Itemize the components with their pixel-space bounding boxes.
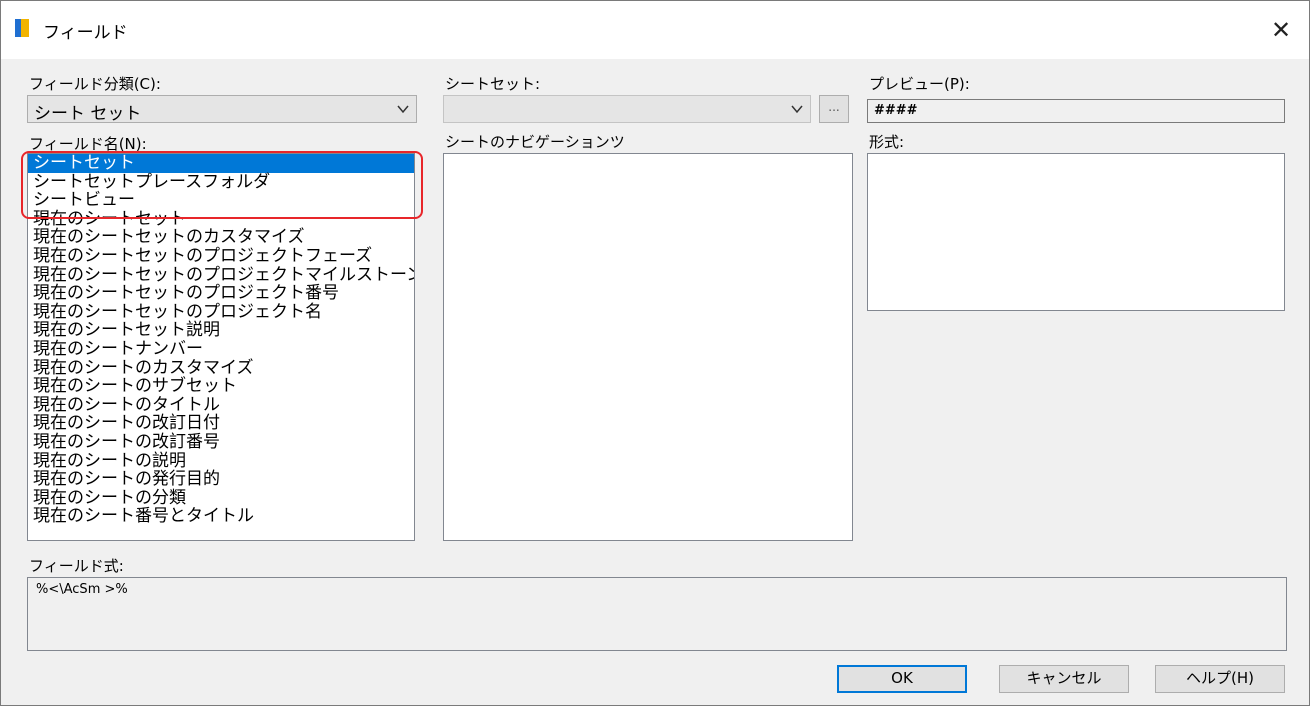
category-value: シート セット [34,104,142,124]
list-item[interactable]: 現在のシートナンバー [28,340,414,359]
category-combo[interactable]: シート セット [27,95,417,124]
list-item[interactable]: 現在のシートのタイトル [28,396,414,415]
list-item[interactable]: シートビュー [28,191,414,210]
format-label: 形式: [869,133,905,151]
preview-field: #### [867,99,1285,123]
expression-label: フィールド式: [29,557,124,575]
list-item[interactable]: 現在のシートの改訂番号 [28,433,414,452]
list-item[interactable]: 現在のシートの発行目的 [28,470,414,489]
list-item[interactable]: 現在のシートセット説明 [28,321,414,340]
list-item[interactable]: シートセットプレースフォルダ [28,172,414,192]
field-name-label: フィールド名(N): [29,135,147,153]
help-button[interactable]: ヘルプ(H) [1155,665,1285,693]
preview-label: プレビュー(P): [869,75,970,93]
list-item[interactable]: 現在のシート番号とタイトル [28,507,414,526]
list-item[interactable]: 現在のシートセットのプロジェクト名 [28,303,414,322]
list-item[interactable]: 現在のシートセットのプロジェクトマイルストーン [28,265,414,285]
list-item[interactable]: 現在のシートの改訂日付 [28,414,414,433]
sheet-set-combo[interactable] [443,95,811,123]
field-expression-box[interactable]: %<\AcSm >% [27,577,1287,651]
list-item[interactable]: シートセット [28,154,414,173]
navigation-label: シートのナビゲーションツ [445,133,625,151]
field-dialog: フィールド ✕ フィールド分類(C): シート セット フィールド名(N): シ… [0,0,1310,706]
window-title: フィールド [43,23,128,43]
navigation-tree[interactable] [443,153,853,541]
cancel-button[interactable]: キャンセル [999,665,1129,693]
ok-button[interactable]: OK [837,665,967,693]
close-icon[interactable]: ✕ [1261,11,1301,49]
chevron-down-icon [397,105,409,114]
list-item[interactable]: 現在のシートセットのカスタマイズ [28,228,414,247]
list-item[interactable]: 現在のシートの分類 [28,489,414,508]
title-bar: フィールド ✕ [1,1,1309,59]
format-list[interactable] [867,153,1285,311]
list-item[interactable]: 現在のシートのサブセット [28,377,414,396]
browse-button[interactable]: ... [819,95,849,123]
list-item[interactable]: 現在のシートのカスタマイズ [28,358,414,378]
list-item[interactable]: 現在のシートの説明 [28,451,414,471]
category-label: フィールド分類(C): [29,75,161,93]
chevron-down-icon [791,105,803,114]
app-icon [15,19,29,37]
list-item[interactable]: 現在のシートセットのプロジェクト番号 [28,284,414,303]
list-item[interactable]: 現在のシートセットのプロジェクトフェーズ [28,247,414,266]
sheet-set-label: シートセット: [445,75,541,93]
list-item[interactable]: 現在のシートセット [28,210,414,229]
field-name-list[interactable]: シートセット シートセットプレースフォルダ シートビュー 現在のシートセット 現在のシー… [27,153,415,541]
